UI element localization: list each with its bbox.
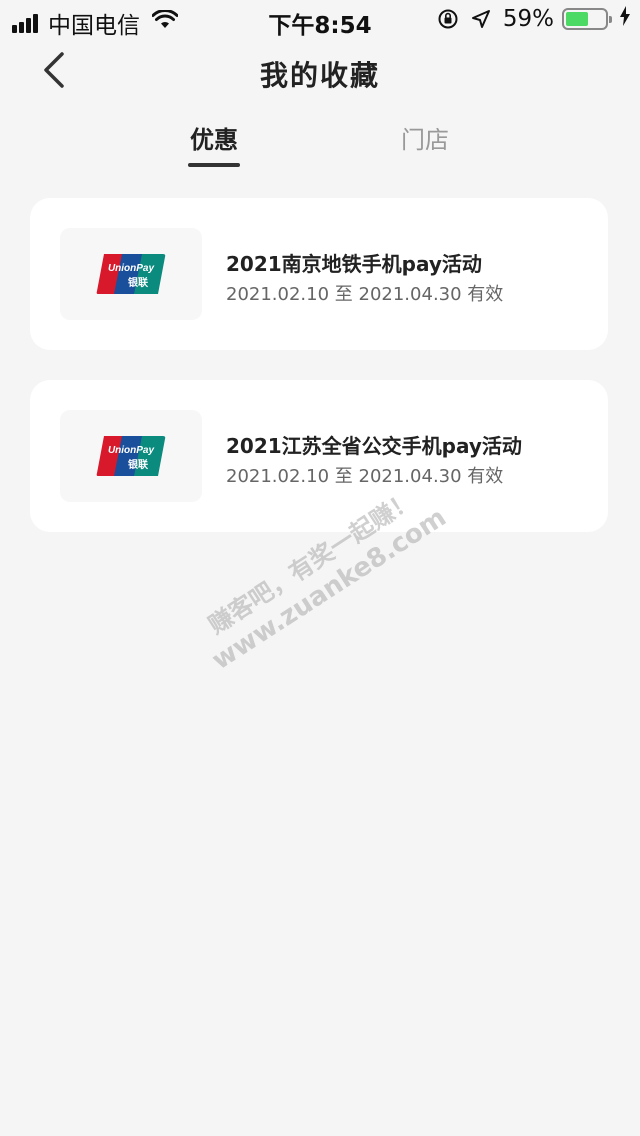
wifi-icon: [151, 9, 179, 36]
carrier-name: 中国电信: [48, 13, 140, 39]
battery-icon: [562, 8, 612, 30]
card-title: 2021江苏全省公交手机pay活动: [226, 434, 522, 458]
tab-stores[interactable]: 门店: [375, 120, 475, 155]
svg-text:银联: 银联: [128, 458, 148, 471]
favorite-card[interactable]: UnionPay 银联 2021南京地铁手机pay活动 2021.02.10 至…: [30, 198, 608, 350]
tab-active-indicator: [188, 163, 240, 167]
back-button[interactable]: [36, 50, 76, 90]
status-right: 59%: [437, 6, 630, 32]
tab-bar: 优惠 门店: [0, 120, 640, 172]
svg-text:银联: 银联: [128, 276, 148, 289]
favorites-page: 中国电信 下午8:54 59% 我的收藏 优惠 门店 UnionPay 银联 2…: [0, 0, 640, 1136]
card-validity: 2021.02.10 至 2021.04.30 有效: [226, 466, 504, 487]
status-left: 中国电信: [12, 6, 179, 40]
battery-level-fill: [566, 12, 589, 26]
unionpay-logo: UnionPay 银联: [96, 436, 166, 476]
charging-icon: [620, 6, 630, 32]
chevron-left-icon: [44, 52, 64, 88]
location-icon: [471, 9, 491, 29]
battery-percent: 59%: [502, 6, 554, 32]
logo-container: UnionPay 银联: [60, 228, 202, 320]
tab-discounts[interactable]: 优惠: [164, 120, 264, 155]
orientation-lock-icon: [437, 8, 459, 30]
page-title: 我的收藏: [259, 59, 380, 92]
unionpay-logo: UnionPay 银联: [96, 254, 166, 294]
svg-text:UnionPay: UnionPay: [108, 445, 155, 456]
status-bar: 中国电信 下午8:54 59%: [0, 0, 640, 40]
logo-container: UnionPay 银联: [60, 410, 202, 502]
favorite-card[interactable]: UnionPay 银联 2021江苏全省公交手机pay活动 2021.02.10…: [30, 380, 608, 532]
svg-text:UnionPay: UnionPay: [108, 263, 155, 274]
signal-icon: [12, 13, 40, 33]
card-validity: 2021.02.10 至 2021.04.30 有效: [226, 284, 504, 305]
navigation-bar: 我的收藏: [0, 40, 640, 104]
card-title: 2021南京地铁手机pay活动: [226, 252, 482, 276]
